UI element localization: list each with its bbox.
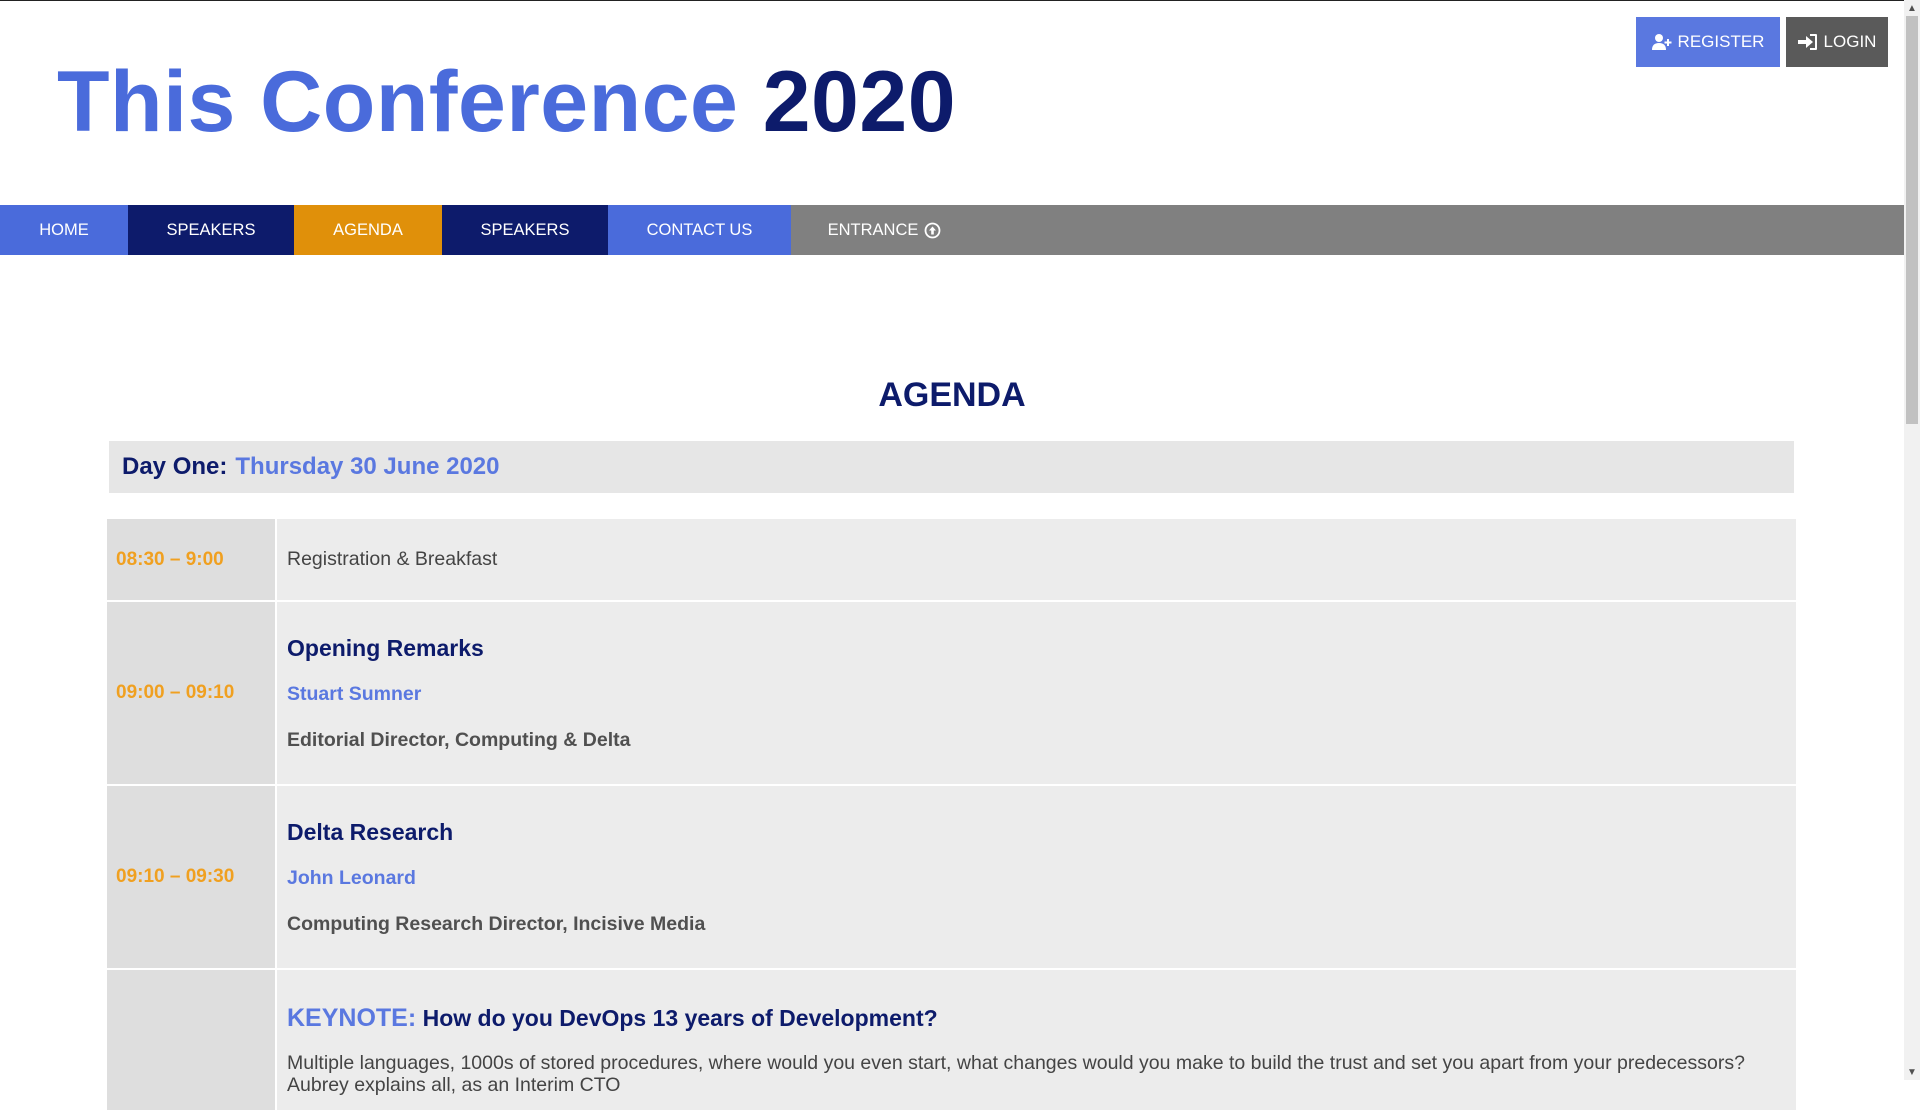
speaker-role: Editorial Director, Computing & Delta <box>287 729 631 751</box>
speaker-role: Computing Research Director, Incisive Me… <box>287 913 706 935</box>
speaker-name-link[interactable]: John Leonard <box>287 866 1786 890</box>
keynote-tag: KEYNOTE: <box>287 1004 417 1032</box>
session-title: Delta Research <box>287 819 454 845</box>
site-title: This Conference 2020 <box>57 52 956 152</box>
day-header: Day One: Thursday 30 June 2020 <box>109 441 1794 493</box>
nav-speakers-2[interactable]: SPEAKERS <box>442 205 608 255</box>
site-title-name: This Conference <box>57 54 739 150</box>
session-description: Multiple languages, 1000s of stored proc… <box>287 1052 1745 1096</box>
speaker-name-link[interactable]: Stuart Sumner <box>287 682 1786 706</box>
agenda-row: 08:30 – 9:00 Registration & Breakfast <box>107 519 1796 602</box>
session-content: Delta Research John Leonard Computing Re… <box>277 786 1796 968</box>
user-plus-icon <box>1651 34 1672 50</box>
nav-contact-us-label: CONTACT US <box>646 220 753 239</box>
scroll-up-arrow-icon[interactable]: ▲ <box>1904 0 1920 16</box>
agenda-row: 09:00 – 09:10 Opening Remarks Stuart Sum… <box>107 602 1796 786</box>
login-button[interactable]: LOGIN <box>1786 17 1888 67</box>
session-content: Opening Remarks Stuart Sumner Editorial … <box>277 602 1796 784</box>
session-time: 09:10 – 09:30 <box>107 786 275 968</box>
session-time <box>107 970 275 1110</box>
arrow-circle-up-icon <box>924 222 941 238</box>
session-time: 08:30 – 9:00 <box>107 519 275 600</box>
nav-home-label: HOME <box>39 220 89 239</box>
sign-in-icon <box>1797 34 1817 50</box>
nav-speakers[interactable]: SPEAKERS <box>128 205 294 255</box>
agenda-heading: AGENDA <box>878 376 1026 414</box>
window-top-border <box>0 0 1904 1</box>
nav-agenda-label: AGENDA <box>333 220 403 239</box>
session-title: Opening Remarks <box>287 635 484 661</box>
agenda-row: KEYNOTE: How do you DevOps 13 years of D… <box>107 970 1796 1110</box>
site-title-year: 2020 <box>762 54 957 150</box>
nav-entrance-label: ENTRANCE <box>827 220 919 239</box>
nav-entrance[interactable]: ENTRANCE <box>791 205 978 255</box>
day-label: Day One: <box>122 453 228 480</box>
nav-home[interactable]: HOME <box>0 205 128 255</box>
session-title: How do you DevOps 13 years of Developmen… <box>422 1005 938 1031</box>
agenda-table: 08:30 – 9:00 Registration & Breakfast 09… <box>107 519 1796 1110</box>
session-text: Registration & Breakfast <box>287 548 498 570</box>
nav-speakers-label: SPEAKERS <box>166 220 256 239</box>
register-button[interactable]: REGISTER <box>1636 17 1780 67</box>
nav-agenda[interactable]: AGENDA <box>294 205 442 255</box>
day-date: Thursday 30 June 2020 <box>235 453 500 480</box>
main-nav: HOME SPEAKERS AGENDA SPEAKERS CONTACT US… <box>0 205 1904 255</box>
scrollbar-thumb[interactable] <box>1906 16 1918 424</box>
nav-contact-us[interactable]: CONTACT US <box>608 205 791 255</box>
scroll-down-arrow-icon[interactable]: ▼ <box>1904 1064 1920 1080</box>
session-content: Registration & Breakfast <box>277 519 1796 600</box>
page-scrollbar[interactable]: ▲ ▼ <box>1904 0 1920 1080</box>
nav-speakers-2-label: SPEAKERS <box>480 220 570 239</box>
agenda-row: 09:10 – 09:30 Delta Research John Leonar… <box>107 786 1796 970</box>
session-content: KEYNOTE: How do you DevOps 13 years of D… <box>277 970 1796 1110</box>
keynote-title-line: KEYNOTE: How do you DevOps 13 years of D… <box>287 1004 1786 1032</box>
register-label: REGISTER <box>1677 32 1765 51</box>
login-label: LOGIN <box>1823 32 1877 51</box>
session-time: 09:00 – 09:10 <box>107 602 275 784</box>
